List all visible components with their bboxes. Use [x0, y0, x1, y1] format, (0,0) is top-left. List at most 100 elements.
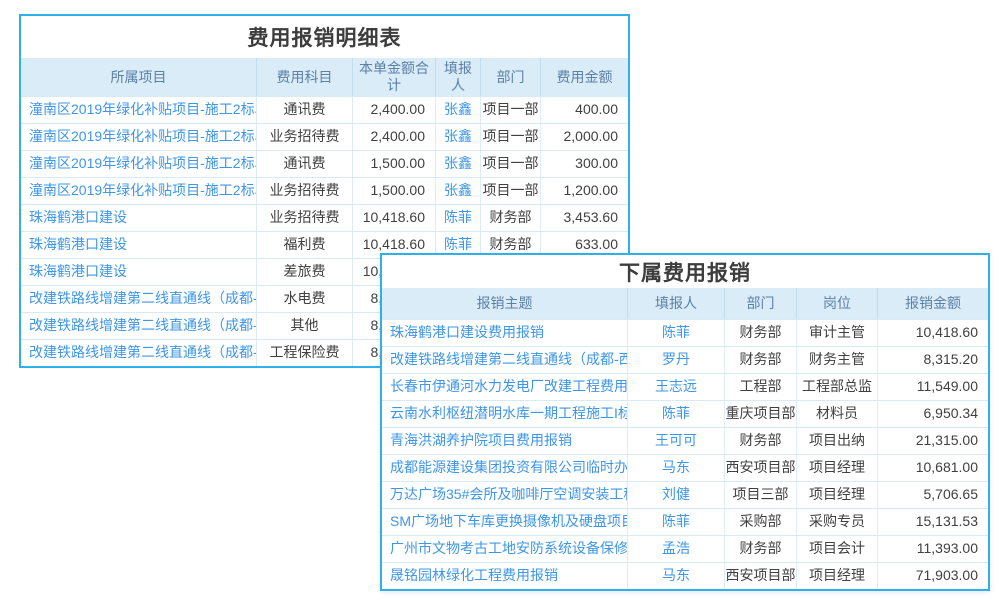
- category-cell: 水电费: [257, 286, 353, 312]
- filler-link[interactable]: 张鑫: [436, 151, 481, 177]
- filler-link[interactable]: 马东: [628, 455, 725, 481]
- filler-link[interactable]: 刘健: [628, 482, 725, 508]
- filler-link[interactable]: 王可可: [628, 428, 725, 454]
- project-link[interactable]: 珠海鹤港口建设: [21, 232, 257, 258]
- subject-link[interactable]: 晟铭园林绿化工程费用报销: [382, 563, 628, 589]
- category-cell: 业务招待费: [257, 205, 353, 231]
- filler-link[interactable]: 陈菲: [628, 509, 725, 535]
- filler-link[interactable]: 陈菲: [628, 401, 725, 427]
- reimburse-amount-cell: 15,131.53: [878, 509, 988, 535]
- position-cell: 项目出纳: [797, 428, 878, 454]
- table-row: 长春市伊通河水力发电厂改建工程费用报销 王志远 工程部 工程部总监 11,549…: [382, 373, 988, 400]
- header-subject: 报销主题: [382, 288, 628, 319]
- department-cell: 西安项目部: [725, 563, 797, 589]
- project-link[interactable]: 改建铁路线增建第二线直通线（成都-西安）: [21, 340, 257, 366]
- project-link[interactable]: 潼南区2019年绿化补贴项目-施工2标段: [21, 151, 257, 177]
- position-cell: 项目经理: [797, 563, 878, 589]
- subordinate-expense-title: 下属费用报销: [382, 255, 988, 288]
- subordinate-expense-header-row: 报销主题 填报人 部门 岗位 报销金额: [382, 288, 988, 319]
- header-filler: 填报人: [628, 288, 725, 319]
- filler-link[interactable]: 张鑫: [436, 97, 481, 123]
- position-cell: 项目经理: [797, 482, 878, 508]
- reimburse-amount-cell: 10,418.60: [878, 320, 988, 346]
- table-row: 成都能源建设集团投资有限公司临时办公场所 马东 西安项目部 项目经理 10,68…: [382, 454, 988, 481]
- total-amount-cell: 2,400.00: [353, 124, 436, 150]
- header-total-amount: 本单金额合计: [353, 58, 436, 96]
- subject-link[interactable]: 云南水利枢纽潜明水库一期工程施工I标费用报销: [382, 401, 628, 427]
- subject-link[interactable]: 长春市伊通河水力发电厂改建工程费用报销: [382, 374, 628, 400]
- project-link[interactable]: 潼南区2019年绿化补贴项目-施工2标段: [21, 124, 257, 150]
- reimburse-amount-cell: 6,950.34: [878, 401, 988, 427]
- total-amount-cell: 10,418.60: [353, 205, 436, 231]
- total-amount-cell: 1,500.00: [353, 151, 436, 177]
- project-link[interactable]: 珠海鹤港口建设: [21, 259, 257, 285]
- department-cell: 财务部: [481, 205, 541, 231]
- table-row: 晟铭园林绿化工程费用报销 马东 西安项目部 项目经理 71,903.00: [382, 562, 988, 589]
- position-cell: 项目会计: [797, 536, 878, 562]
- expense-detail-header-row: 所属项目 费用科目 本单金额合计 填报人 部门 费用金额: [21, 58, 628, 96]
- department-cell: 财务部: [725, 320, 797, 346]
- subject-link[interactable]: 青海洪湖养护院项目费用报销: [382, 428, 628, 454]
- project-link[interactable]: 改建铁路线增建第二线直通线（成都-西安）: [21, 286, 257, 312]
- subject-link[interactable]: 成都能源建设集团投资有限公司临时办公场所: [382, 455, 628, 481]
- category-cell: 通讯费: [257, 97, 353, 123]
- header-position: 岗位: [797, 288, 878, 319]
- filler-link[interactable]: 马东: [628, 563, 725, 589]
- reimburse-amount-cell: 21,315.00: [878, 428, 988, 454]
- filler-link[interactable]: 张鑫: [436, 124, 481, 150]
- department-cell: 采购部: [725, 509, 797, 535]
- expense-amount-cell: 300.00: [541, 151, 628, 177]
- reimburse-amount-cell: 8,315.20: [878, 347, 988, 373]
- table-row: 潼南区2019年绿化补贴项目-施工2标段 通讯费 2,400.00 张鑫 项目一…: [21, 96, 628, 123]
- filler-link[interactable]: 孟浩: [628, 536, 725, 562]
- page: 费用报销明细表 所属项目 费用科目 本单金额合计 填报人 部门 费用金额 潼南区…: [0, 0, 1000, 600]
- category-cell: 业务招待费: [257, 178, 353, 204]
- total-amount-cell: 2,400.00: [353, 97, 436, 123]
- project-link[interactable]: 潼南区2019年绿化补贴项目-施工2标段: [21, 178, 257, 204]
- position-cell: 项目经理: [797, 455, 878, 481]
- reimburse-amount-cell: 11,393.00: [878, 536, 988, 562]
- department-cell: 项目一部: [481, 124, 541, 150]
- department-cell: 财务部: [725, 536, 797, 562]
- filler-link[interactable]: 陈菲: [628, 320, 725, 346]
- reimburse-amount-cell: 5,706.65: [878, 482, 988, 508]
- category-cell: 业务招待费: [257, 124, 353, 150]
- project-link[interactable]: 潼南区2019年绿化补贴项目-施工2标段: [21, 97, 257, 123]
- department-cell: 项目一部: [481, 151, 541, 177]
- expense-amount-cell: 3,453.60: [541, 205, 628, 231]
- category-cell: 福利费: [257, 232, 353, 258]
- department-cell: 项目一部: [481, 97, 541, 123]
- department-cell: 重庆项目部: [725, 401, 797, 427]
- expense-amount-cell: 1,200.00: [541, 178, 628, 204]
- position-cell: 工程部总监: [797, 374, 878, 400]
- table-row: 万达广场35#会所及咖啡厅空调安装工程费用报销 刘健 项目三部 项目经理 5,7…: [382, 481, 988, 508]
- expense-detail-title: 费用报销明细表: [21, 16, 628, 58]
- subject-link[interactable]: SM广场地下车库更换摄像机及硬盘项目费用报销: [382, 509, 628, 535]
- reimburse-amount-cell: 71,903.00: [878, 563, 988, 589]
- department-cell: 财务部: [725, 347, 797, 373]
- subject-link[interactable]: 万达广场35#会所及咖啡厅空调安装工程费用报销: [382, 482, 628, 508]
- subject-link[interactable]: 珠海鹤港口建设费用报销: [382, 320, 628, 346]
- category-cell: 其他: [257, 313, 353, 339]
- project-link[interactable]: 改建铁路线增建第二线直通线（成都-西安）: [21, 313, 257, 339]
- expense-amount-cell: 2,000.00: [541, 124, 628, 150]
- subject-link[interactable]: 广州市文物考古工地安防系统设备保修费用报销: [382, 536, 628, 562]
- filler-link[interactable]: 陈菲: [436, 205, 481, 231]
- subject-link[interactable]: 改建铁路线增建第二线直通线（成都-西安）: [382, 347, 628, 373]
- department-cell: 西安项目部: [725, 455, 797, 481]
- table-row: 珠海鹤港口建设费用报销 陈菲 财务部 审计主管 10,418.60: [382, 319, 988, 346]
- position-cell: 采购专员: [797, 509, 878, 535]
- filler-link[interactable]: 罗丹: [628, 347, 725, 373]
- department-cell: 工程部: [725, 374, 797, 400]
- header-department: 部门: [481, 58, 541, 96]
- reimburse-amount-cell: 11,549.00: [878, 374, 988, 400]
- expense-amount-cell: 400.00: [541, 97, 628, 123]
- table-row: 潼南区2019年绿化补贴项目-施工2标段 业务招待费 2,400.00 张鑫 项…: [21, 123, 628, 150]
- total-amount-cell: 1,500.00: [353, 178, 436, 204]
- header-reimburse-amount: 报销金额: [878, 288, 988, 319]
- filler-link[interactable]: 张鑫: [436, 178, 481, 204]
- filler-link[interactable]: 王志远: [628, 374, 725, 400]
- project-link[interactable]: 珠海鹤港口建设: [21, 205, 257, 231]
- header-expense-amount: 费用金额: [541, 58, 628, 96]
- header-category: 费用科目: [257, 58, 353, 96]
